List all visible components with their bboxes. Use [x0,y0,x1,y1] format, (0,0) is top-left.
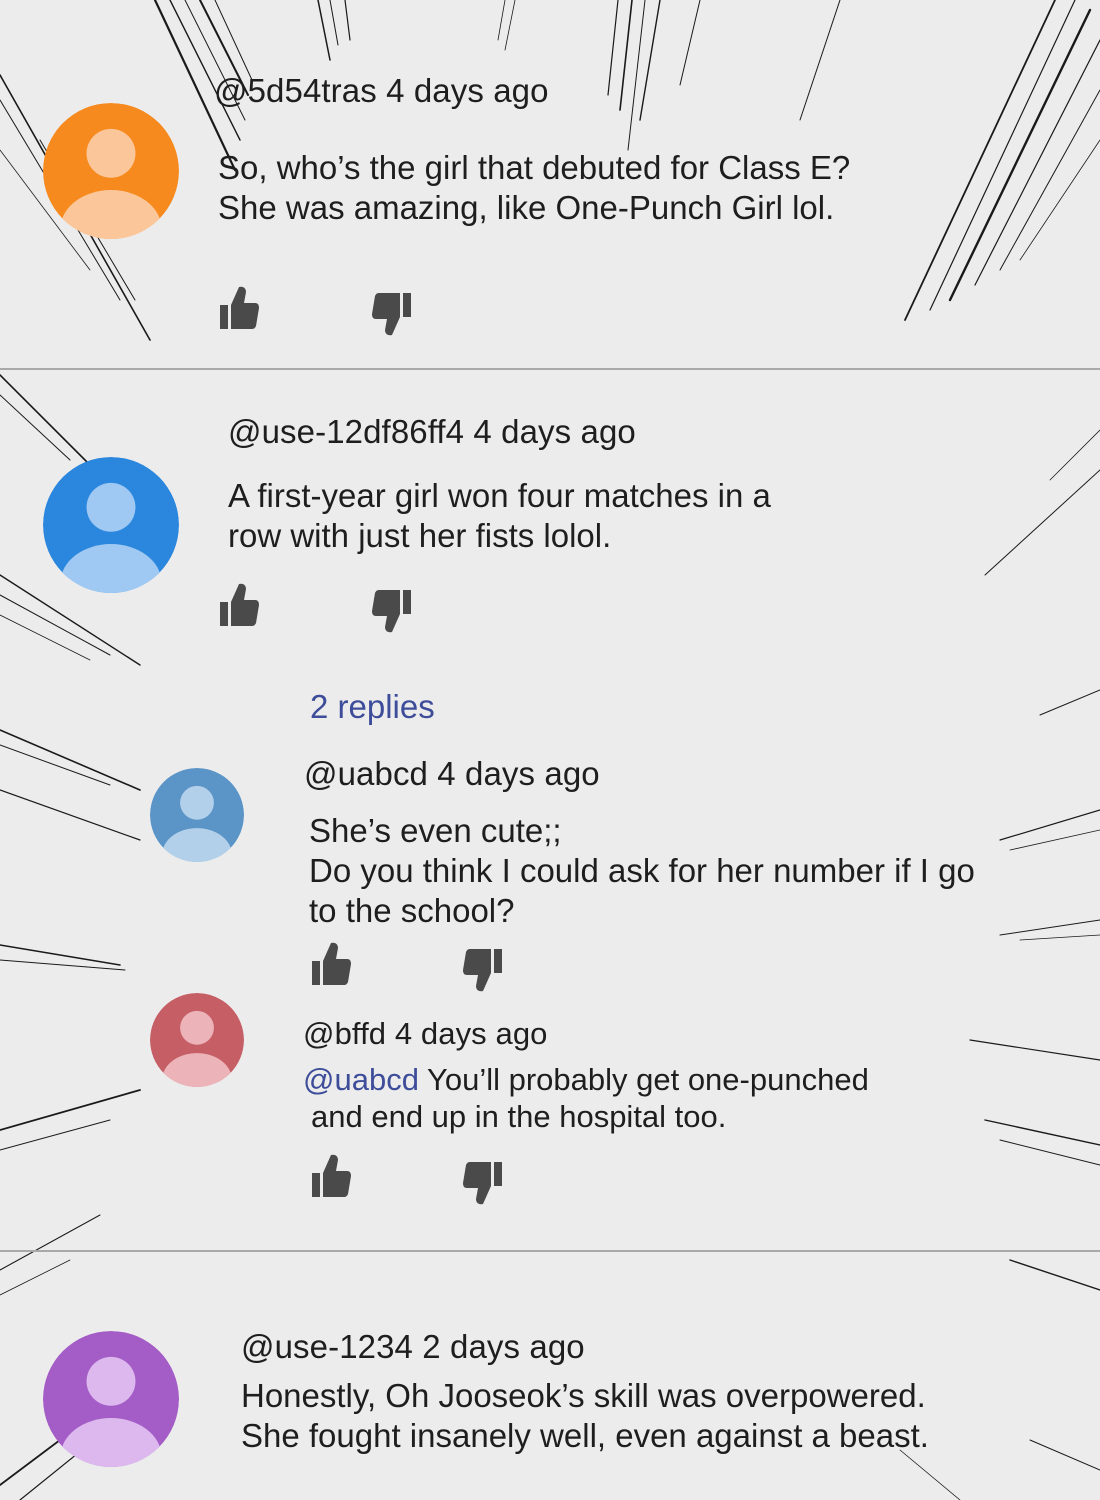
comment-divider [0,1250,1100,1252]
reply-header: @bffd 4 days ago [303,1016,548,1052]
comment-text: So, who’s the girl that debuted for Clas… [218,149,851,226]
comment-text: Honestly, Oh Jooseok’s skill was overpow… [241,1377,929,1454]
username[interactable]: @uabcd [304,755,428,792]
user-avatar-icon[interactable] [43,1331,179,1467]
username[interactable]: @use-12df86ff4 [228,413,464,450]
reply-text: She’s even cute;; Do you think I could a… [309,812,975,929]
thumbs-up-icon[interactable] [219,285,259,331]
comment-header: @5d54tras 4 days ago [214,72,549,110]
reply-header: @uabcd 4 days ago [304,755,600,793]
comment-header: @use-1234 2 days ago [241,1328,585,1366]
thumbs-up-icon[interactable] [219,582,259,628]
timestamp: 4 days ago [394,1016,548,1051]
timestamp: 4 days ago [437,755,600,792]
timestamp: 4 days ago [473,413,636,450]
thumbs-down-icon[interactable] [463,1160,503,1206]
username[interactable]: @5d54tras [214,72,377,109]
comment-header: @use-12df86ff4 4 days ago [228,413,636,451]
comment-divider [0,368,1100,370]
username[interactable]: @use-1234 [241,1328,413,1365]
thumbs-down-icon[interactable] [372,291,412,337]
mention-link[interactable]: @uabcd [303,1062,419,1097]
replies-toggle[interactable]: 2 replies [310,688,435,726]
timestamp: 2 days ago [422,1328,585,1365]
reply-text: @uabcd You’ll probably get one-punched a… [303,1062,869,1134]
timestamp: 4 days ago [386,72,549,109]
thumbs-up-icon[interactable] [311,941,351,987]
user-avatar-icon[interactable] [43,457,179,593]
comment-text: A first-year girl won four matches in a … [228,477,771,554]
thumbs-down-icon[interactable] [372,588,412,634]
user-avatar-icon[interactable] [150,993,244,1087]
username[interactable]: @bffd [303,1016,386,1051]
user-avatar-icon[interactable] [43,103,179,239]
thumbs-up-icon[interactable] [311,1153,351,1199]
user-avatar-icon[interactable] [150,768,244,862]
thumbs-down-icon[interactable] [463,947,503,993]
